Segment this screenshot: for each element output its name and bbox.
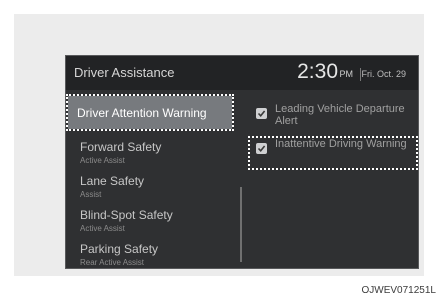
clock-date: Fri. Oct. 29 (361, 69, 406, 79)
option-leading-vehicle-departure-alert[interactable]: Leading Vehicle Departure Alert (250, 103, 416, 133)
option-inattentive-driving-warning[interactable]: Inattentive Driving Warning (248, 136, 418, 170)
option-label: Leading Vehicle Departure Alert (275, 103, 405, 127)
menu-item-sublabel: Assist (80, 190, 102, 199)
menu-item-label: Blind-Spot Safety (80, 208, 173, 222)
menu-item-blind-spot-safety[interactable]: Blind-Spot Safety Active Assist (66, 205, 238, 241)
checkbox-checked-icon[interactable] (256, 108, 267, 119)
menu-item-label: Parking Safety (80, 242, 159, 256)
menu-item-sublabel: Rear Active Assist (80, 258, 145, 267)
menu-item-label: Driver Attention Warning (77, 106, 207, 120)
page-title: Driver Assistance (74, 65, 175, 80)
menu-item-lane-safety[interactable]: Lane Safety Assist (66, 171, 238, 207)
figure-panel: Driver Assistance 2:30 PM Fri. Oct. 29 D… (14, 14, 424, 276)
figure-code: OJWEV071251L (361, 285, 437, 296)
clock-time: 2:30 (297, 60, 338, 83)
menu-item-driver-attention-warning[interactable]: Driver Attention Warning (66, 94, 234, 131)
clock-ampm: PM (339, 69, 354, 79)
option-label: Inattentive Driving Warning (275, 138, 407, 150)
scrollbar[interactable] (240, 187, 242, 262)
menu-item-forward-safety[interactable]: Forward Safety Active Assist (66, 137, 238, 173)
menu-item-sublabel: Active Assist (80, 156, 125, 165)
menu-item-sublabel: Active Assist (80, 224, 125, 233)
menu-item-label: Lane Safety (80, 174, 145, 188)
header-bar: Driver Assistance 2:30 PM Fri. Oct. 29 (66, 56, 418, 90)
infotainment-screen: Driver Assistance 2:30 PM Fri. Oct. 29 D… (65, 55, 419, 269)
menu-item-parking-safety[interactable]: Parking Safety Rear Active Assist (66, 239, 238, 268)
checkbox-checked-icon[interactable] (256, 143, 267, 154)
settings-menu: Driver Attention Warning Forward Safety … (66, 90, 238, 268)
menu-item-label: Forward Safety (80, 140, 162, 154)
